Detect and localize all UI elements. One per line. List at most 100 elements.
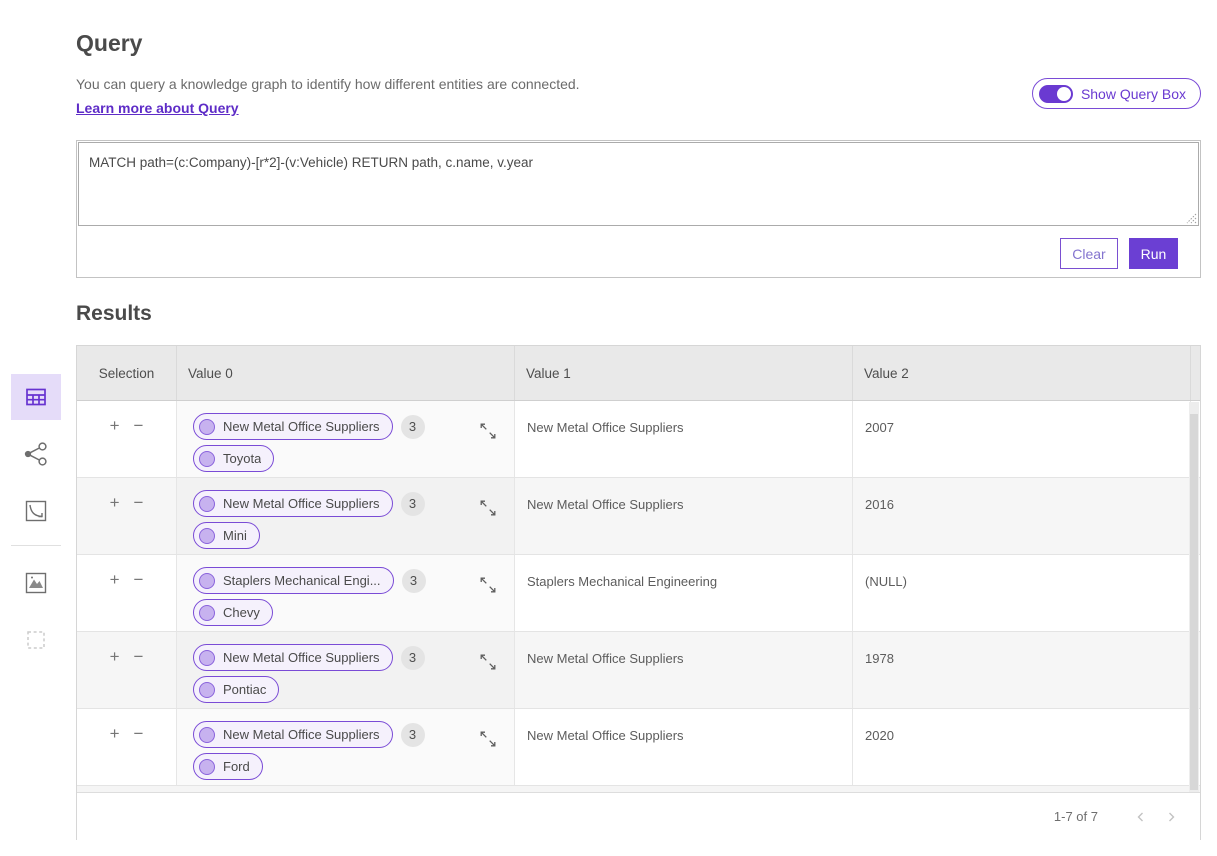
learn-more-link[interactable]: Learn more about Query [76, 100, 239, 116]
link-chart-view-button[interactable] [11, 431, 61, 477]
chart-icon [25, 500, 47, 522]
map-view-button[interactable] [11, 560, 61, 606]
selection-marquee-icon [26, 630, 46, 650]
add-to-selection-icon[interactable]: + [110, 648, 120, 665]
toggle-knob [1057, 87, 1071, 101]
entity-pill-label: Staplers Mechanical Engi... [223, 573, 381, 588]
entity-pill-label: New Metal Office Suppliers [223, 727, 380, 742]
table-icon [24, 385, 48, 409]
expand-path-icon[interactable] [478, 652, 498, 672]
column-header-spacer [1191, 346, 1202, 400]
table-view-button[interactable] [11, 374, 61, 420]
next-page-button[interactable] [1156, 802, 1186, 832]
entity-pill[interactable]: New Metal Office Suppliers [193, 490, 393, 517]
entity-pill[interactable]: Ford [193, 753, 263, 780]
selection-cell: + − [77, 632, 177, 708]
entity-pill-label: New Metal Office Suppliers [223, 496, 380, 511]
table-row: + − New Metal Office Suppliers 3 Mini [77, 478, 1200, 555]
run-button[interactable]: Run [1129, 238, 1178, 269]
results-view-rail [11, 374, 61, 674]
path-count-badge: 3 [401, 415, 425, 439]
table-row: + − New Metal Office Suppliers 3 Toyota [77, 401, 1200, 478]
entity-pill-label: Mini [223, 528, 247, 543]
entity-pill[interactable]: New Metal Office Suppliers [193, 721, 393, 748]
table-vertical-scrollbar[interactable] [1189, 402, 1199, 792]
entity-pill-label: New Metal Office Suppliers [223, 650, 380, 665]
entity-pill[interactable]: Pontiac [193, 676, 279, 703]
add-to-selection-icon[interactable]: + [110, 494, 120, 511]
clear-button[interactable]: Clear [1060, 238, 1118, 269]
expand-path-icon[interactable] [478, 421, 498, 441]
toggle-switch-icon [1039, 85, 1073, 103]
entity-pill[interactable]: Toyota [193, 445, 274, 472]
remove-from-selection-icon[interactable]: − [134, 571, 144, 588]
query-input[interactable]: MATCH path=(c:Company)-[r*2]-(v:Vehicle)… [78, 142, 1199, 226]
column-header-value1: Value 1 [515, 346, 853, 400]
entity-pill[interactable]: Chevy [193, 599, 273, 626]
path-count-badge: 3 [401, 492, 425, 516]
entity-dot-icon [199, 528, 215, 544]
selection-cell: + − [77, 555, 177, 631]
selection-cell: + − [77, 478, 177, 554]
value2-cell: (NULL) [853, 555, 1191, 631]
expand-path-icon[interactable] [478, 575, 498, 595]
entity-dot-icon [199, 650, 215, 666]
toggle-label: Show Query Box [1081, 86, 1186, 102]
remove-from-selection-icon[interactable]: − [134, 417, 144, 434]
remove-from-selection-icon[interactable]: − [134, 494, 144, 511]
value2-cell: 2007 [853, 401, 1191, 477]
remove-from-selection-icon[interactable]: − [134, 648, 144, 665]
selection-tools-button[interactable] [11, 617, 61, 663]
value1-cell: New Metal Office Suppliers [515, 401, 853, 477]
entity-dot-icon [199, 496, 215, 512]
map-icon [25, 572, 47, 594]
entity-pill[interactable]: Mini [193, 522, 260, 549]
remove-from-selection-icon[interactable]: − [134, 725, 144, 742]
entity-dot-icon [199, 451, 215, 467]
link-chart-icon [23, 441, 49, 467]
entity-pill[interactable]: New Metal Office Suppliers [193, 644, 393, 671]
path-count-badge: 3 [401, 723, 425, 747]
scrollbar-thumb[interactable] [1190, 414, 1198, 790]
selection-cell: + − [77, 401, 177, 477]
pagination-range-label: 1-7 of 7 [1054, 809, 1098, 824]
value0-cell: New Metal Office Suppliers 3 Pontiac [177, 632, 515, 708]
entity-pill-label: Pontiac [223, 682, 266, 697]
add-to-selection-icon[interactable]: + [110, 571, 120, 588]
path-count-badge: 3 [402, 569, 426, 593]
column-header-value2: Value 2 [853, 346, 1191, 400]
chart-view-button[interactable] [11, 488, 61, 534]
page-title: Query [76, 30, 142, 57]
column-header-selection: Selection [77, 346, 177, 400]
entity-dot-icon [199, 682, 215, 698]
column-header-value0: Value 0 [177, 346, 515, 400]
table-row: + − Staplers Mechanical Engi... 3 Chevy [77, 555, 1200, 632]
table-header-row: Selection Value 0 Value 1 Value 2 [77, 346, 1200, 401]
clipped-next-row [77, 786, 1200, 793]
value1-cell: New Metal Office Suppliers [515, 478, 853, 554]
entity-pill-label: Chevy [223, 605, 260, 620]
entity-dot-icon [199, 727, 215, 743]
previous-page-button[interactable] [1126, 802, 1156, 832]
value2-cell: 1978 [853, 632, 1191, 708]
expand-path-icon[interactable] [478, 498, 498, 518]
add-to-selection-icon[interactable]: + [110, 725, 120, 742]
results-title: Results [76, 302, 152, 326]
table-row: + − New Metal Office Suppliers 3 Ford [77, 709, 1200, 786]
textarea-resize-handle[interactable] [1184, 211, 1198, 225]
table-row: + − New Metal Office Suppliers 3 Pontiac [77, 632, 1200, 709]
value2-cell: 2020 [853, 709, 1191, 785]
value1-cell: New Metal Office Suppliers [515, 709, 853, 785]
path-count-badge: 3 [401, 646, 425, 670]
show-query-box-toggle[interactable]: Show Query Box [1032, 78, 1201, 109]
entity-pill[interactable]: Staplers Mechanical Engi... [193, 567, 394, 594]
value0-cell: New Metal Office Suppliers 3 Toyota [177, 401, 515, 477]
value1-cell: Staplers Mechanical Engineering [515, 555, 853, 631]
entity-dot-icon [199, 419, 215, 435]
query-panel: MATCH path=(c:Company)-[r*2]-(v:Vehicle)… [76, 140, 1201, 278]
selection-cell: + − [77, 709, 177, 785]
expand-path-icon[interactable] [478, 729, 498, 749]
add-to-selection-icon[interactable]: + [110, 417, 120, 434]
value0-cell: Staplers Mechanical Engi... 3 Chevy [177, 555, 515, 631]
entity-pill[interactable]: New Metal Office Suppliers [193, 413, 393, 440]
